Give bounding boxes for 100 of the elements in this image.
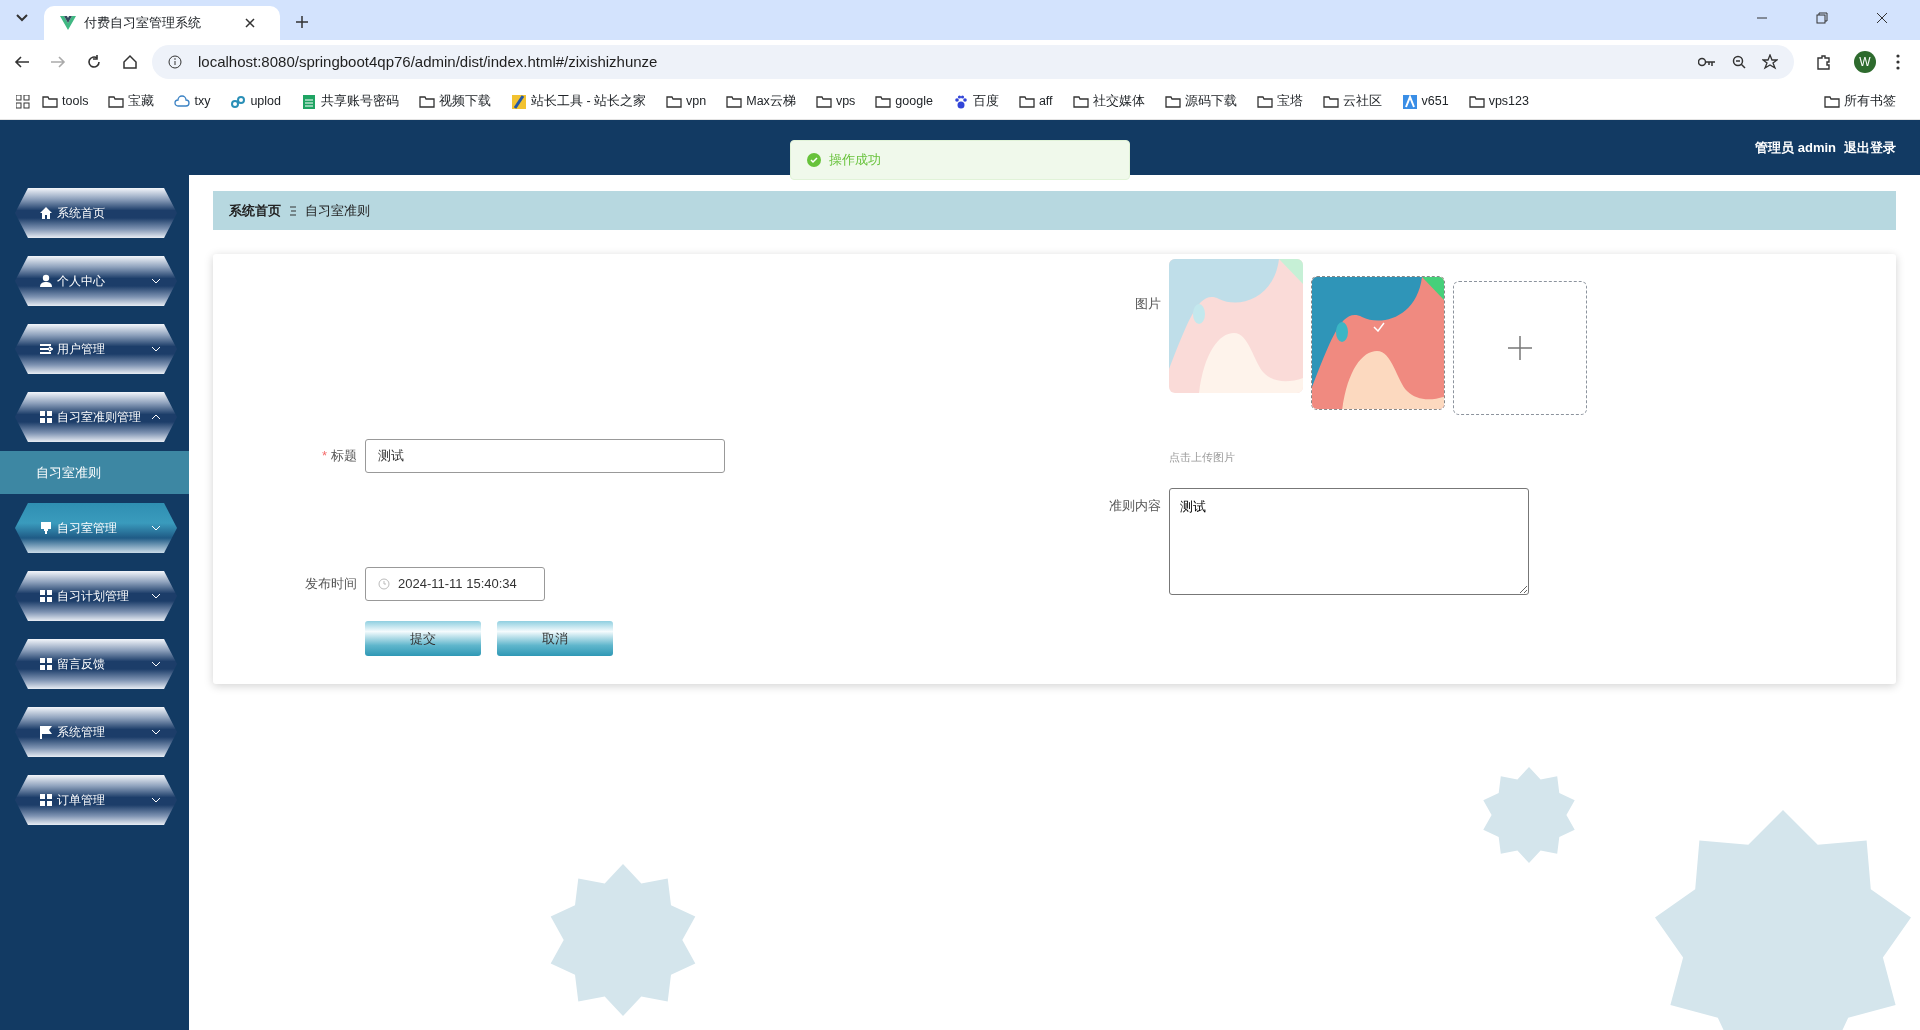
close-icon	[1876, 12, 1888, 24]
folder-icon	[666, 93, 683, 110]
grid-icon	[39, 410, 53, 424]
field-label: 图片	[1134, 295, 1162, 313]
restore-icon	[1816, 12, 1828, 24]
separator-icon	[289, 205, 297, 216]
grid-icon	[39, 589, 53, 603]
sidebar-menu-item[interactable]: 系统管理	[15, 707, 177, 757]
vue-logo-icon	[60, 16, 76, 30]
clock-icon	[378, 578, 390, 590]
bookmark[interactable]: google	[867, 92, 941, 111]
folder-icon	[1072, 93, 1089, 110]
folder-icon	[875, 93, 892, 110]
user-icon	[39, 274, 53, 288]
date-input[interactable]: 2024-11-11 15:40:34	[365, 567, 545, 601]
all-bookmarks-button[interactable]: 所有书签	[1816, 92, 1904, 111]
title-input[interactable]: 测试	[365, 439, 725, 473]
chevron-down-icon	[151, 278, 161, 284]
puzzle-icon	[1816, 54, 1832, 70]
flag-icon	[39, 725, 53, 739]
cancel-button[interactable]: 取消	[497, 621, 613, 656]
bookmark[interactable]: vpn	[658, 92, 715, 111]
chevron-down-icon	[151, 525, 161, 531]
reload-icon	[86, 54, 102, 70]
cloud-icon	[174, 93, 191, 110]
forward-arrow-icon	[50, 54, 66, 70]
logout-link[interactable]: 退出登录	[1844, 137, 1896, 158]
content-textarea[interactable]: 测试	[1169, 487, 1529, 595]
folder-icon	[1468, 93, 1485, 110]
chevron-down-icon	[151, 797, 161, 803]
sidebar-menu-item[interactable]: 自习室管理	[15, 503, 177, 553]
bookmark[interactable]: 站长工具 - 站长之家	[503, 92, 655, 111]
sidebar-menu-item[interactable]: 用户管理	[15, 324, 177, 374]
bookmark[interactable]: vps	[807, 92, 864, 111]
zoom-icon[interactable]	[1732, 55, 1746, 69]
sheet-icon	[301, 93, 317, 110]
star-icon[interactable]	[1762, 54, 1778, 70]
pin-icon	[39, 521, 53, 535]
toast-message: 操作成功	[829, 151, 881, 170]
home-icon	[39, 206, 53, 220]
folder-icon	[726, 93, 743, 110]
bookmark[interactable]: 视频下载	[411, 92, 499, 111]
chevron-down-icon	[151, 661, 161, 667]
folder-icon	[108, 93, 125, 110]
folder-icon	[1256, 93, 1273, 110]
submit-button[interactable]: 提交	[365, 621, 481, 656]
bookmark[interactable]: 百度	[944, 92, 1007, 111]
bookmark[interactable]: 共享账号密码	[293, 92, 407, 111]
app-icon	[1401, 93, 1418, 110]
bookmark[interactable]: vps123	[1460, 92, 1537, 111]
user-label: 管理员 admin	[1755, 138, 1836, 157]
sidebar-subitem[interactable]: 自习室准则	[0, 451, 189, 494]
upload-hint: 点击上传图片	[1169, 450, 1236, 465]
tool-icon	[511, 93, 527, 110]
folder-icon	[815, 93, 832, 110]
bookmark[interactable]: 云社区	[1314, 92, 1390, 111]
back-arrow-icon	[14, 54, 30, 70]
list-icon	[39, 342, 53, 356]
sidebar-menu-item[interactable]: 订单管理	[15, 775, 177, 825]
chevron-down-icon	[151, 346, 161, 352]
profile-button[interactable]: W	[1854, 51, 1876, 73]
sidebar-menu-item[interactable]: 自习室准则管理	[15, 392, 177, 442]
folder-icon	[1322, 93, 1339, 110]
bookmark[interactable]: uplod	[222, 92, 289, 111]
bookmark[interactable]: tools	[34, 92, 97, 111]
breadcrumb-current: 自习室准则	[305, 201, 370, 220]
chevron-down-icon	[151, 729, 161, 735]
bookmark[interactable]: txy	[166, 92, 219, 111]
bookmark[interactable]: v651	[1393, 92, 1457, 111]
bookmark[interactable]: aff	[1010, 92, 1061, 111]
bookmark[interactable]: Max云梯	[718, 92, 804, 111]
grid-icon	[39, 657, 53, 671]
bookmark[interactable]: 社交媒体	[1064, 92, 1153, 111]
folder-icon	[42, 93, 58, 110]
link-icon	[230, 93, 247, 110]
sidebar-menu-item[interactable]: 个人中心	[15, 256, 177, 306]
tab-title: 付费自习室管理系统	[84, 14, 202, 33]
grid-icon	[39, 793, 53, 807]
field-label: 发布时间	[304, 575, 358, 594]
bookmark[interactable]: 宝塔	[1248, 92, 1311, 111]
sidebar-menu-item[interactable]: 自习计划管理	[15, 571, 177, 621]
address-bar[interactable]: localhost:8080/springboot4qp76/admin/dist/index.html#/zixishizhunze	[152, 45, 1794, 79]
browser-tab[interactable]: 付费自习室管理系统	[44, 6, 280, 40]
bookmark[interactable]: 宝藏	[100, 92, 163, 111]
date-value: 2024-11-11 15:40:34	[398, 575, 517, 594]
sidebar-menu-item[interactable]: 系统首页	[15, 188, 177, 238]
apps-grid-icon[interactable]	[16, 94, 30, 109]
folder-icon	[1824, 93, 1840, 110]
chevron-down-icon	[151, 593, 161, 599]
key-icon[interactable]	[1698, 56, 1716, 68]
paw-icon	[952, 93, 969, 110]
check-circle-icon	[807, 153, 821, 167]
plus-icon	[296, 16, 308, 28]
url-text: localhost:8080/springboot4qp76/admin/dist/index.html#/zixishizhunze	[198, 51, 659, 72]
chevron-up-icon	[151, 414, 161, 420]
required-mark: *	[321, 448, 327, 464]
info-icon	[168, 55, 182, 69]
breadcrumb-link[interactable]: 系统首页	[229, 200, 281, 221]
sidebar-menu-item[interactable]: 留言反馈	[15, 639, 177, 689]
bookmark[interactable]: 源码下载	[1156, 92, 1245, 111]
